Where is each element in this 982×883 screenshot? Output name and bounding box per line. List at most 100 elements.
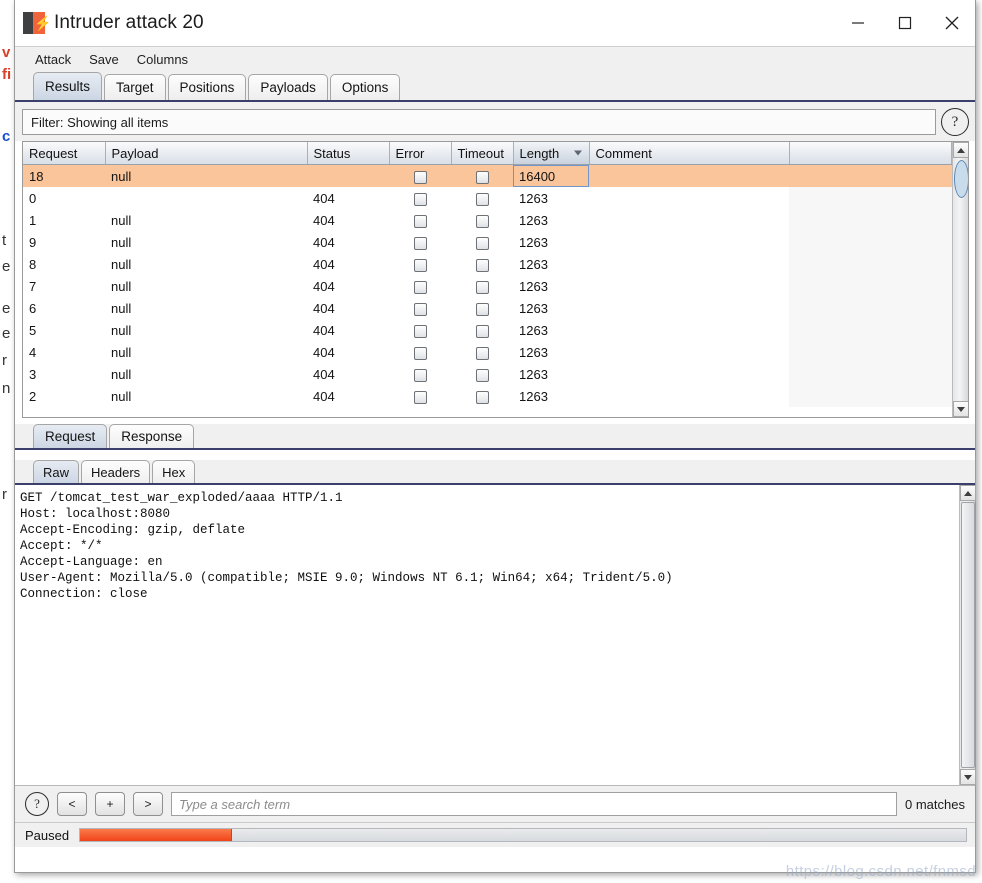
cell-error[interactable] [389, 297, 451, 319]
request-vertical-scrollbar[interactable] [959, 485, 975, 785]
cell-timeout[interactable] [451, 209, 513, 231]
search-matches-count: 0 matches [905, 797, 969, 812]
table-row[interactable]: 3null4041263 [23, 363, 952, 385]
search-prev-button[interactable]: < [57, 792, 87, 816]
cell-timeout[interactable] [451, 275, 513, 297]
cell-length: 1263 [513, 363, 589, 385]
table-row[interactable]: 1null4041263 [23, 209, 952, 231]
menu-item-columns[interactable]: Columns [135, 51, 190, 68]
cell-error[interactable] [389, 209, 451, 231]
tab-results[interactable]: Results [33, 72, 102, 100]
cell-timeout[interactable] [451, 187, 513, 209]
table-row[interactable]: 5null4041263 [23, 319, 952, 341]
column-header-comment[interactable]: Comment [589, 142, 789, 165]
tab-options[interactable]: Options [330, 74, 401, 100]
cell-timeout[interactable] [451, 319, 513, 341]
timeout-checkbox[interactable] [476, 325, 489, 338]
table-row[interactable]: 9null4041263 [23, 231, 952, 253]
error-checkbox[interactable] [414, 193, 427, 206]
maximize-button[interactable] [881, 0, 928, 46]
search-next-button[interactable]: > [133, 792, 163, 816]
tab-headers[interactable]: Headers [81, 460, 150, 483]
minimize-button[interactable] [834, 0, 881, 46]
question-mark-icon[interactable]: ? [941, 108, 969, 136]
scroll-down-arrow-icon[interactable] [953, 401, 969, 417]
error-checkbox[interactable] [414, 303, 427, 316]
timeout-checkbox[interactable] [476, 391, 489, 404]
cell-error[interactable] [389, 187, 451, 209]
table-row[interactable]: 4null4041263 [23, 341, 952, 363]
error-checkbox[interactable] [414, 325, 427, 338]
cell-timeout[interactable] [451, 165, 513, 188]
column-header-request[interactable]: Request [23, 142, 105, 165]
error-checkbox[interactable] [414, 259, 427, 272]
timeout-checkbox[interactable] [476, 215, 489, 228]
cell-filler [789, 319, 952, 341]
request-raw-text[interactable]: GET /tomcat_test_war_exploded/aaaa HTTP/… [15, 485, 959, 785]
timeout-checkbox[interactable] [476, 259, 489, 272]
cell-error[interactable] [389, 231, 451, 253]
tab-target[interactable]: Target [104, 74, 166, 100]
menu-item-attack[interactable]: Attack [33, 51, 73, 68]
search-add-button[interactable]: + [95, 792, 125, 816]
column-header-payload[interactable]: Payload [105, 142, 307, 165]
cell-timeout[interactable] [451, 231, 513, 253]
error-checkbox[interactable] [414, 237, 427, 250]
column-header-timeout[interactable]: Timeout [451, 142, 513, 165]
column-header-length[interactable]: Length [513, 142, 589, 165]
error-checkbox[interactable] [414, 347, 427, 360]
request-scroll-thumb[interactable] [961, 502, 975, 768]
cell-error[interactable] [389, 385, 451, 407]
cell-error[interactable] [389, 165, 451, 188]
results-vertical-scrollbar[interactable] [952, 142, 968, 417]
tab-response[interactable]: Response [109, 424, 194, 448]
tab-hex[interactable]: Hex [152, 460, 195, 483]
cell-timeout[interactable] [451, 297, 513, 319]
tab-raw[interactable]: Raw [33, 460, 79, 483]
table-row[interactable]: 8null4041263 [23, 253, 952, 275]
cell-error[interactable] [389, 363, 451, 385]
tab-request[interactable]: Request [33, 424, 107, 448]
request-scroll-up-arrow-icon[interactable] [960, 485, 976, 501]
scroll-up-arrow-icon[interactable] [953, 142, 969, 158]
table-row[interactable]: 18null16400 [23, 165, 952, 188]
error-checkbox[interactable] [414, 215, 427, 228]
cell-error[interactable] [389, 319, 451, 341]
error-checkbox[interactable] [414, 171, 427, 184]
timeout-checkbox[interactable] [476, 369, 489, 382]
cell-length: 1263 [513, 231, 589, 253]
cell-request: 3 [23, 363, 105, 385]
request-scroll-down-arrow-icon[interactable] [960, 769, 976, 785]
window-title: Intruder attack 20 [54, 12, 204, 34]
search-help-icon[interactable]: ? [25, 792, 49, 816]
cell-error[interactable] [389, 275, 451, 297]
search-input[interactable]: Type a search term [171, 792, 897, 816]
cell-timeout[interactable] [451, 253, 513, 275]
timeout-checkbox[interactable] [476, 193, 489, 206]
timeout-checkbox[interactable] [476, 237, 489, 250]
cell-error[interactable] [389, 253, 451, 275]
results-scroll-thumb[interactable] [954, 160, 969, 198]
cell-timeout[interactable] [451, 363, 513, 385]
table-row[interactable]: 2null4041263 [23, 385, 952, 407]
timeout-checkbox[interactable] [476, 171, 489, 184]
error-checkbox[interactable] [414, 369, 427, 382]
tab-positions[interactable]: Positions [168, 74, 247, 100]
table-row[interactable]: 7null4041263 [23, 275, 952, 297]
column-header-status[interactable]: Status [307, 142, 389, 165]
error-checkbox[interactable] [414, 391, 427, 404]
table-row[interactable]: 6null4041263 [23, 297, 952, 319]
tab-payloads[interactable]: Payloads [248, 74, 328, 100]
menu-item-save[interactable]: Save [87, 51, 121, 68]
filter-bar[interactable]: Filter: Showing all items [22, 109, 936, 135]
cell-timeout[interactable] [451, 385, 513, 407]
column-header-error[interactable]: Error [389, 142, 451, 165]
cell-error[interactable] [389, 341, 451, 363]
timeout-checkbox[interactable] [476, 303, 489, 316]
table-row[interactable]: 04041263 [23, 187, 952, 209]
timeout-checkbox[interactable] [476, 347, 489, 360]
close-button[interactable] [928, 0, 975, 46]
timeout-checkbox[interactable] [476, 281, 489, 294]
error-checkbox[interactable] [414, 281, 427, 294]
cell-timeout[interactable] [451, 341, 513, 363]
